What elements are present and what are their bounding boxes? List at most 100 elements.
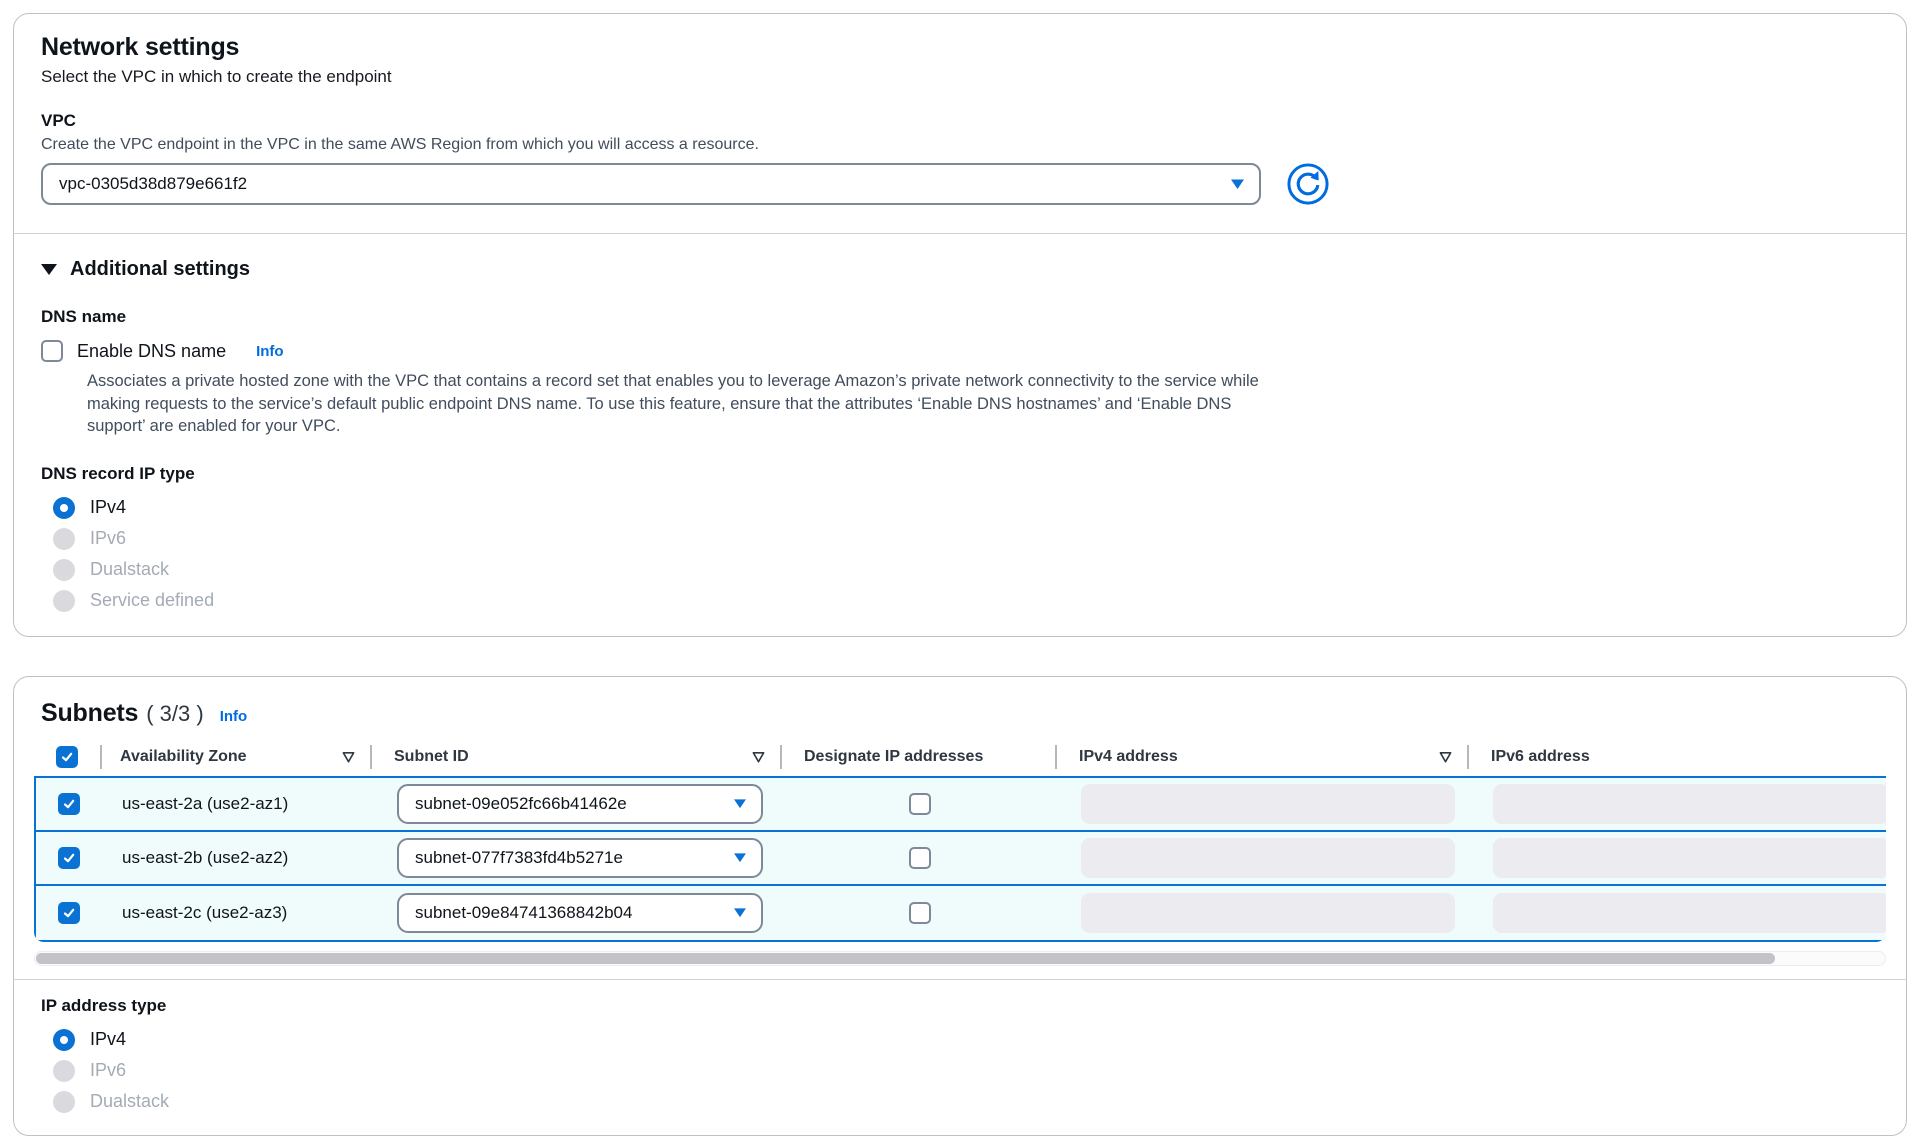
column-separator (100, 745, 102, 769)
row-checkbox[interactable] (58, 902, 80, 924)
subnets-count: ( 3/3 ) (146, 701, 203, 727)
network-settings-card: Network settings Select the VPC in which… (13, 13, 1907, 637)
column-label: IPv4 address (1079, 748, 1178, 766)
radio-option-service-defined[interactable]: Service defined (41, 590, 1879, 612)
additional-settings-label: Additional settings (70, 258, 250, 281)
column-separator (1055, 745, 1057, 769)
scrollbar-thumb[interactable] (36, 953, 1775, 964)
network-settings-subtitle: Select the VPC in which to create the en… (41, 67, 1879, 87)
designate-ip-checkbox[interactable] (909, 793, 931, 815)
subnets-card: Subnets ( 3/3 ) Info Availability Zone S… (13, 676, 1907, 1136)
enable-dns-checkbox[interactable] (41, 340, 63, 362)
refresh-icon (1287, 162, 1329, 206)
dns-name-label: DNS name (41, 307, 1879, 327)
radio-option-ipv6[interactable]: IPv6 (41, 1060, 1879, 1082)
column-label: Availability Zone (120, 748, 247, 766)
radio-label: Service defined (90, 590, 214, 611)
column-separator (1467, 745, 1469, 769)
radio-disabled-icon (53, 1091, 75, 1113)
check-icon (62, 906, 76, 920)
radio-label: IPv6 (90, 528, 126, 549)
vpc-select[interactable]: vpc-0305d38d879e661f2 (41, 163, 1261, 205)
expander-triangle-icon (41, 264, 57, 275)
horizontal-scrollbar (34, 951, 1886, 966)
designate-ip-checkbox[interactable] (909, 902, 931, 924)
availability-zone-cell: us-east-2b (use2-az2) (102, 832, 372, 884)
subnets-table: Availability Zone Subnet ID Designate IP… (34, 738, 1886, 942)
caret-down-icon (733, 852, 747, 863)
vpc-label: VPC (41, 111, 1879, 131)
check-icon (62, 797, 76, 811)
radio-option-ipv6[interactable]: IPv6 (41, 528, 1879, 550)
designate-ip-checkbox[interactable] (909, 847, 931, 869)
subnets-title: Subnets (41, 699, 138, 728)
dns-record-ip-type-group: IPv4 IPv6 Dualstack Service defined (41, 497, 1879, 612)
radio-disabled-icon (53, 528, 75, 550)
column-header-subnet-id[interactable]: Subnet ID (370, 738, 780, 776)
dns-description: Associates a private hosted zone with th… (87, 370, 1282, 438)
ipv6-address-input (1493, 893, 1886, 933)
radio-option-dualstack[interactable]: Dualstack (41, 559, 1879, 581)
radio-label: IPv6 (90, 1060, 126, 1081)
select-all-checkbox[interactable] (56, 746, 78, 768)
table-row: us-east-2c (use2-az3) subnet-09e84741368… (36, 886, 1886, 940)
ipv4-address-input (1081, 893, 1455, 933)
radio-option-ipv4[interactable]: IPv4 (41, 497, 1879, 519)
check-icon (62, 851, 76, 865)
column-header-ipv6-address: IPv6 address (1467, 738, 1886, 776)
radio-selected-icon (53, 1029, 75, 1051)
radio-label: IPv4 (90, 497, 126, 518)
subnet-id-value: subnet-077f7383fd4b5271e (415, 848, 623, 868)
column-separator (370, 745, 372, 769)
column-label: Subnet ID (394, 748, 469, 766)
refresh-button[interactable] (1287, 163, 1329, 205)
column-header-ipv4-address[interactable]: IPv4 address (1055, 738, 1467, 776)
subnet-id-value: subnet-09e052fc66b41462e (415, 794, 627, 814)
subnets-info-link[interactable]: Info (220, 708, 248, 725)
ip-address-type-group: IPv4 IPv6 Dualstack (41, 1029, 1879, 1113)
section-divider (14, 233, 1906, 234)
subnet-id-select[interactable]: subnet-077f7383fd4b5271e (397, 838, 763, 878)
radio-selected-icon (53, 497, 75, 519)
radio-option-dualstack[interactable]: Dualstack (41, 1091, 1879, 1113)
ipv6-address-input (1493, 838, 1886, 878)
vpc-select-value: vpc-0305d38d879e661f2 (59, 174, 247, 194)
radio-label: Dualstack (90, 559, 169, 580)
radio-option-ipv4[interactable]: IPv4 (41, 1029, 1879, 1051)
vpc-description: Create the VPC endpoint in the VPC in th… (41, 136, 1879, 154)
radio-disabled-icon (53, 559, 75, 581)
column-header-availability-zone[interactable]: Availability Zone (100, 738, 370, 776)
subnet-id-select[interactable]: subnet-09e84741368842b04 (397, 893, 763, 933)
ipv4-address-input (1081, 784, 1455, 824)
subnet-id-select[interactable]: subnet-09e052fc66b41462e (397, 784, 763, 824)
table-row: us-east-2a (use2-az1) subnet-09e052fc66b… (36, 778, 1886, 832)
ipv6-address-input (1493, 784, 1886, 824)
sort-icon[interactable] (751, 750, 766, 764)
column-header-designate-ip: Designate IP addresses (780, 738, 1055, 776)
row-checkbox[interactable] (58, 847, 80, 869)
check-icon (60, 750, 74, 764)
caret-down-icon (733, 907, 747, 918)
radio-disabled-icon (53, 590, 75, 612)
additional-settings-expander[interactable]: Additional settings (41, 258, 1879, 281)
ip-address-type-label: IP address type (41, 996, 1879, 1016)
table-row: us-east-2b (use2-az2) subnet-077f7383fd4… (36, 832, 1886, 886)
dns-record-ip-type-label: DNS record IP type (41, 464, 1879, 484)
row-checkbox[interactable] (58, 793, 80, 815)
caret-down-icon (733, 798, 747, 809)
sort-icon[interactable] (341, 750, 356, 764)
sort-icon[interactable] (1438, 750, 1453, 764)
availability-zone-cell: us-east-2c (use2-az3) (102, 886, 372, 940)
subnets-table-header: Availability Zone Subnet ID Designate IP… (34, 738, 1886, 776)
subnets-table-body: us-east-2a (use2-az1) subnet-09e052fc66b… (34, 776, 1886, 942)
radio-label: IPv4 (90, 1029, 126, 1050)
radio-label: Dualstack (90, 1091, 169, 1112)
enable-dns-label: Enable DNS name (77, 341, 226, 362)
availability-zone-cell: us-east-2a (use2-az1) (102, 778, 372, 830)
subnet-id-value: subnet-09e84741368842b04 (415, 903, 632, 923)
radio-disabled-icon (53, 1060, 75, 1082)
dns-info-link[interactable]: Info (256, 343, 284, 360)
network-settings-title: Network settings (41, 32, 1879, 62)
column-separator (780, 745, 782, 769)
ipv4-address-input (1081, 838, 1455, 878)
